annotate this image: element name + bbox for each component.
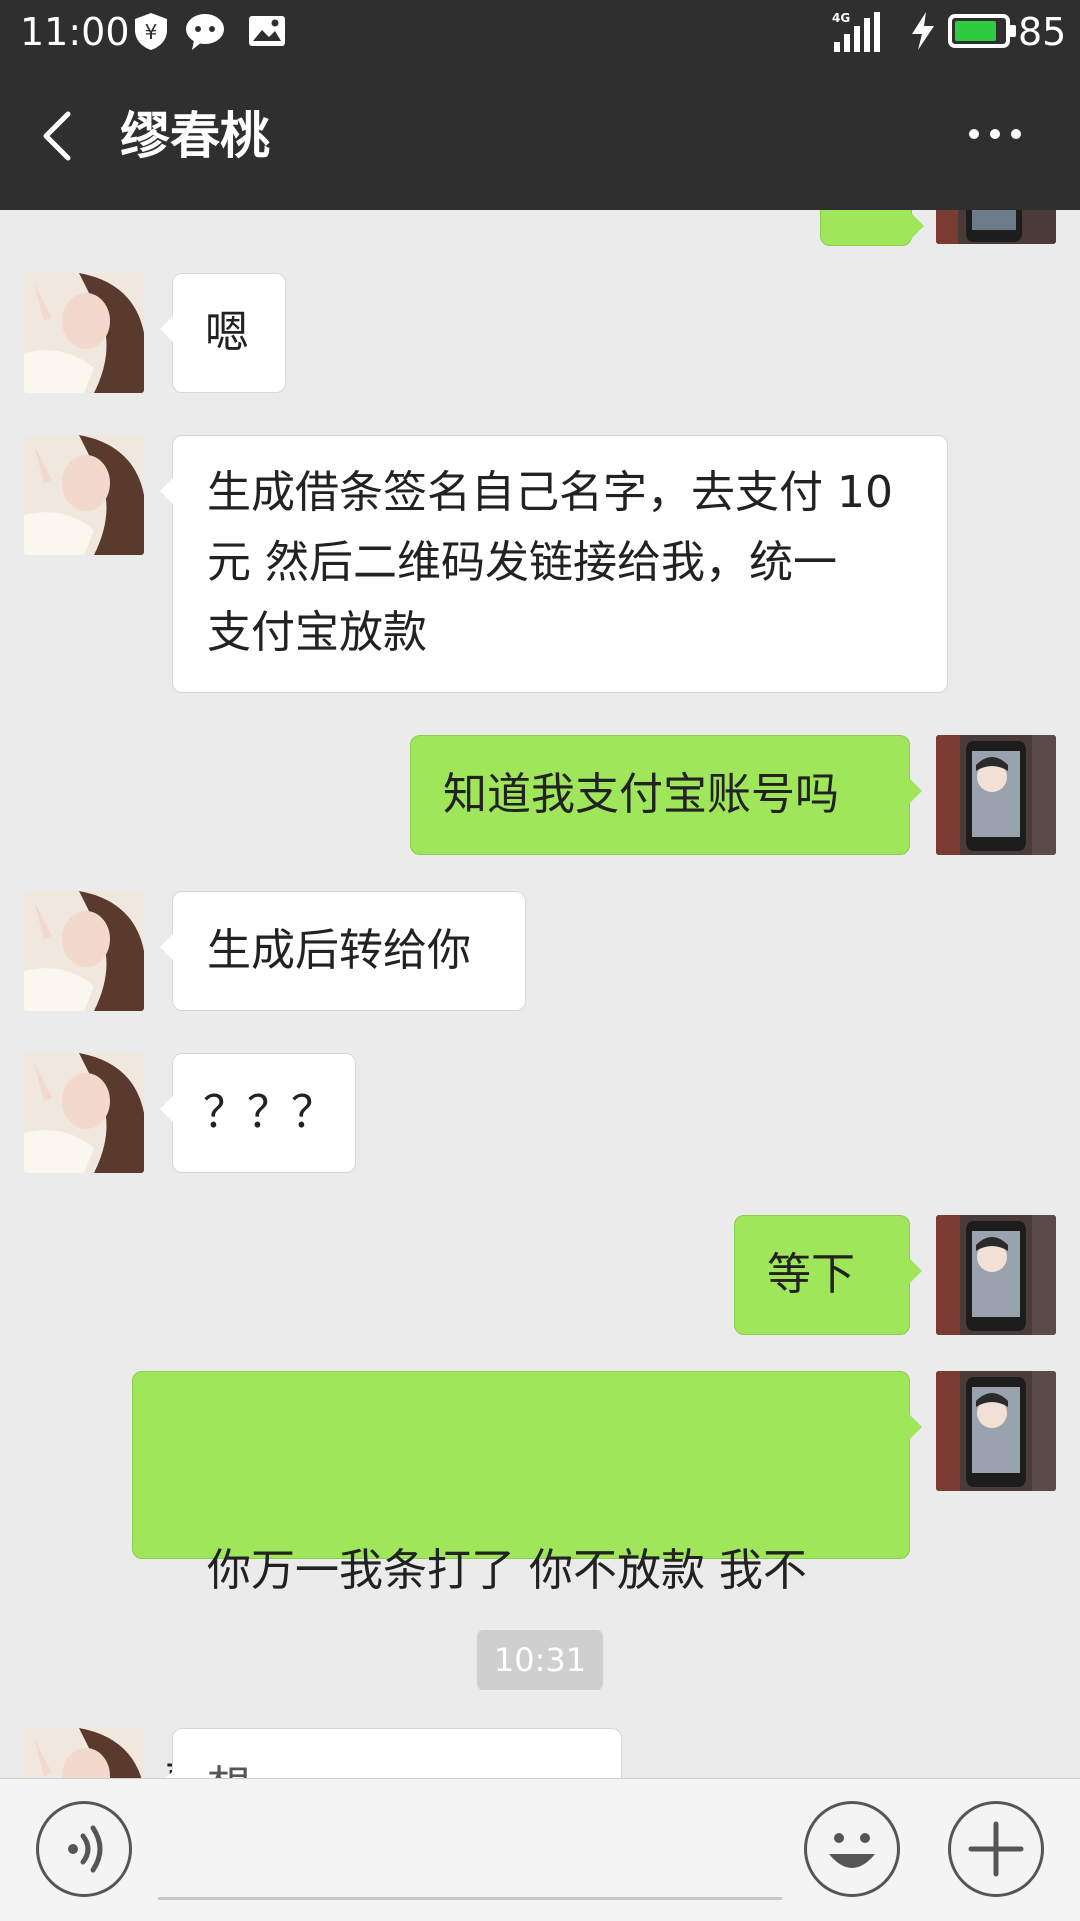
message-text: ？？？ bbox=[203, 1087, 335, 1138]
battery-icon bbox=[948, 14, 1016, 48]
status-time: 11:00 bbox=[20, 10, 130, 54]
message-text-line: 生成借条签名自己名字，去支付 10 bbox=[207, 467, 893, 518]
message-text: 等下 bbox=[767, 1249, 855, 1300]
message-bubble-sent[interactable] bbox=[820, 210, 924, 246]
message-bubble-received[interactable]: 嗯 bbox=[160, 273, 286, 393]
message-list[interactable]: 嗯 生成借条签名自己名字，去支付 10 元 然后二维码发链接给我，统一 支付宝放… bbox=[0, 210, 1080, 1778]
my-avatar[interactable] bbox=[936, 1215, 1056, 1335]
add-button[interactable] bbox=[948, 1801, 1044, 1897]
svg-text:¥: ¥ bbox=[145, 20, 158, 44]
charging-icon bbox=[912, 12, 934, 50]
battery-percent: 85 bbox=[1018, 10, 1067, 54]
message-bubble-received[interactable]: ？？？ bbox=[160, 1053, 356, 1173]
network-type-label: 4G bbox=[832, 11, 850, 25]
alipay-shield-icon: ¥ bbox=[135, 13, 167, 50]
message-text: 生成后转给你 bbox=[207, 925, 471, 976]
my-avatar[interactable] bbox=[936, 210, 1056, 244]
signal-icon: 4G bbox=[832, 11, 880, 52]
contact-avatar[interactable] bbox=[24, 273, 144, 393]
wechat-icon bbox=[186, 14, 224, 50]
chat-title: 缪春桃 bbox=[120, 107, 270, 165]
message-bubble-received[interactable]: 想... bbox=[160, 1728, 622, 1778]
contact-avatar[interactable] bbox=[24, 435, 144, 555]
message-bubble-sent[interactable]: 等下 bbox=[734, 1215, 922, 1335]
my-avatar[interactable] bbox=[936, 735, 1056, 855]
message-bubble-sent[interactable]: 你万一我条打了 你不放款 我不 就亏大了 bbox=[132, 1371, 922, 1778]
gallery-icon bbox=[249, 16, 285, 46]
emoji-icon bbox=[829, 1833, 875, 1868]
emoji-button[interactable] bbox=[804, 1801, 900, 1897]
plus-icon bbox=[968, 1821, 1024, 1877]
voice-icon bbox=[68, 1825, 103, 1873]
message-bubble-received[interactable]: 生成后转给你 bbox=[160, 891, 526, 1011]
message-timestamp: 10:31 bbox=[477, 1630, 603, 1690]
my-avatar[interactable] bbox=[936, 1371, 1056, 1491]
message-bubble-sent[interactable]: 知道我支付宝账号吗 bbox=[410, 735, 922, 855]
battery-fill bbox=[955, 21, 996, 41]
message-text: 嗯 bbox=[205, 307, 249, 358]
message-text-line: 支付宝放款 bbox=[207, 607, 427, 658]
message-bubble-received[interactable]: 生成借条签名自己名字，去支付 10 元 然后二维码发链接给我，统一 支付宝放款 bbox=[160, 435, 948, 693]
contact-avatar[interactable] bbox=[24, 1728, 144, 1778]
contact-avatar[interactable] bbox=[24, 1053, 144, 1173]
message-text: 知道我支付宝账号吗 bbox=[443, 769, 839, 820]
chevron-left-icon[interactable] bbox=[30, 106, 90, 166]
voice-button[interactable] bbox=[36, 1801, 132, 1897]
message-text-line: 你万一我条打了 你不放款 我不 bbox=[165, 1545, 807, 1596]
message-text: 想... bbox=[207, 1762, 293, 1778]
more-dots-icon[interactable] bbox=[960, 104, 1030, 164]
message-text-line: 元 然后二维码发链接给我，统一 bbox=[207, 537, 837, 588]
status-bar: 11:00 ¥ 4G 85 bbox=[0, 0, 1080, 64]
input-bar bbox=[0, 1778, 1080, 1921]
contact-avatar[interactable] bbox=[24, 891, 144, 1011]
chat-header: 缪春桃 bbox=[0, 64, 1080, 210]
message-input[interactable] bbox=[158, 1809, 782, 1900]
